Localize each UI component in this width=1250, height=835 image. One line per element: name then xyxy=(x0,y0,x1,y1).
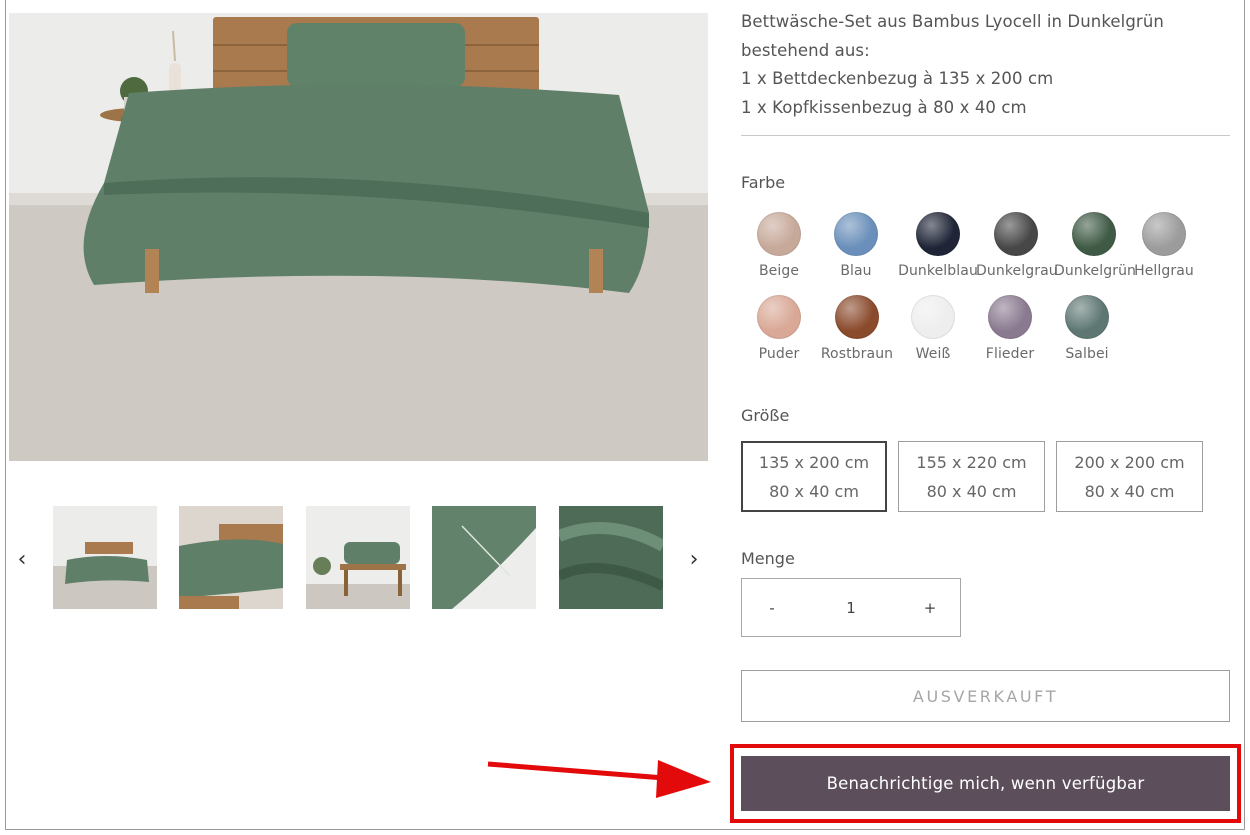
color-swatch[interactable]: Puder xyxy=(739,295,819,362)
swatch-rostbraun-icon xyxy=(835,295,879,339)
swatch-dunkelblau-icon xyxy=(916,212,960,256)
color-swatch-label: Hellgrau xyxy=(1134,263,1194,279)
color-swatch-label: Flieder xyxy=(985,346,1035,362)
color-swatch-label: Dunkelblau xyxy=(898,263,978,279)
swatch-puder-icon xyxy=(757,295,801,339)
thumbnail-pillow-zipper-detail[interactable] xyxy=(432,506,536,609)
color-swatch[interactable]: Beige xyxy=(739,212,819,279)
gallery-next-button[interactable]: › xyxy=(680,544,708,574)
color-swatch[interactable]: Blau xyxy=(816,212,896,279)
thumbnail-pillow-on-bench[interactable] xyxy=(306,506,410,609)
color-swatch-label: Puder xyxy=(758,346,800,362)
main-product-image[interactable] xyxy=(9,13,708,461)
thumbnail-bed-full-view[interactable] xyxy=(53,506,157,609)
color-swatch-label: Beige xyxy=(758,263,800,279)
color-swatch-label: Dunkelgrau xyxy=(976,263,1058,279)
description-line: 1 x Kopfkissenbezug à 80 x 40 cm xyxy=(741,97,1027,117)
size-option-line2: 80 x 40 cm xyxy=(1084,481,1175,501)
color-swatch-label: Salbei xyxy=(1065,346,1109,362)
color-swatch-label: Dunkelgrün xyxy=(1054,263,1137,279)
swatch-dunkelgruen-icon xyxy=(1072,212,1116,256)
size-label: Größe xyxy=(741,406,790,425)
quantity-label: Menge xyxy=(741,549,795,568)
chevron-right-icon: › xyxy=(689,546,699,572)
color-swatch-label: Blau xyxy=(840,263,872,279)
quantity-stepper: - 1 + xyxy=(741,578,961,637)
size-option-line1: 155 x 220 cm xyxy=(916,452,1027,472)
size-option-200x200[interactable]: 200 x 200 cm 80 x 40 cm xyxy=(1056,441,1203,512)
swatch-blau-icon xyxy=(834,212,878,256)
quantity-decrease-button[interactable]: - xyxy=(762,599,782,617)
thumbnail-bed-side-view[interactable] xyxy=(179,506,283,609)
swatch-weiss-icon xyxy=(911,295,955,339)
product-description: Bettwäsche-Set aus Bambus Lyocell in Dun… xyxy=(741,8,1231,122)
color-swatch[interactable]: Flieder xyxy=(970,295,1050,362)
description-line: bestehend aus: xyxy=(741,40,870,60)
size-option-135x200[interactable]: 135 x 200 cm 80 x 40 cm xyxy=(741,441,887,512)
divider xyxy=(741,135,1230,136)
size-option-155x220[interactable]: 155 x 220 cm 80 x 40 cm xyxy=(898,441,1045,512)
gallery-prev-button[interactable]: ‹ xyxy=(8,544,36,574)
description-line: 1 x Bettdeckenbezug à 135 x 200 cm xyxy=(741,69,1054,89)
size-option-line2: 80 x 40 cm xyxy=(769,481,859,501)
swatch-hellgrau-icon xyxy=(1142,212,1186,256)
color-swatch-label: Rostbraun xyxy=(820,346,894,362)
swatch-flieder-icon xyxy=(988,295,1032,339)
color-swatch[interactable]: Hellgrau xyxy=(1124,212,1204,279)
sold-out-button: AUSVERKAUFT xyxy=(741,670,1230,722)
size-option-line2: 80 x 40 cm xyxy=(926,481,1017,501)
color-swatch[interactable]: Dunkelgrün xyxy=(1054,212,1137,279)
red-arrow-icon xyxy=(487,760,711,798)
quantity-increase-button[interactable]: + xyxy=(920,599,940,617)
description-line: Bettwäsche-Set aus Bambus Lyocell in Dun… xyxy=(741,12,1164,31)
quantity-input[interactable]: 1 xyxy=(782,599,920,617)
swatch-salbei-icon xyxy=(1065,295,1109,339)
chevron-left-icon: ‹ xyxy=(17,546,27,572)
size-option-line1: 200 x 200 cm xyxy=(1074,452,1185,472)
color-swatch[interactable]: Salbei xyxy=(1047,295,1127,362)
size-option-line1: 135 x 200 cm xyxy=(758,452,870,472)
swatch-dunkelgrau-icon xyxy=(994,212,1038,256)
notify-when-available-button[interactable]: Benachrichtige mich, wenn verfügbar xyxy=(741,756,1230,811)
color-swatch[interactable]: Rostbraun xyxy=(817,295,897,362)
color-label: Farbe xyxy=(741,173,786,192)
color-swatch-label: Weiß xyxy=(915,346,951,362)
color-swatch[interactable]: Dunkelblau xyxy=(898,212,978,279)
swatch-beige-icon xyxy=(757,212,801,256)
color-swatch[interactable]: Dunkelgrau xyxy=(976,212,1058,279)
color-swatch[interactable]: Weiß xyxy=(893,295,973,362)
thumbnail-fabric-closeup[interactable] xyxy=(559,506,663,609)
